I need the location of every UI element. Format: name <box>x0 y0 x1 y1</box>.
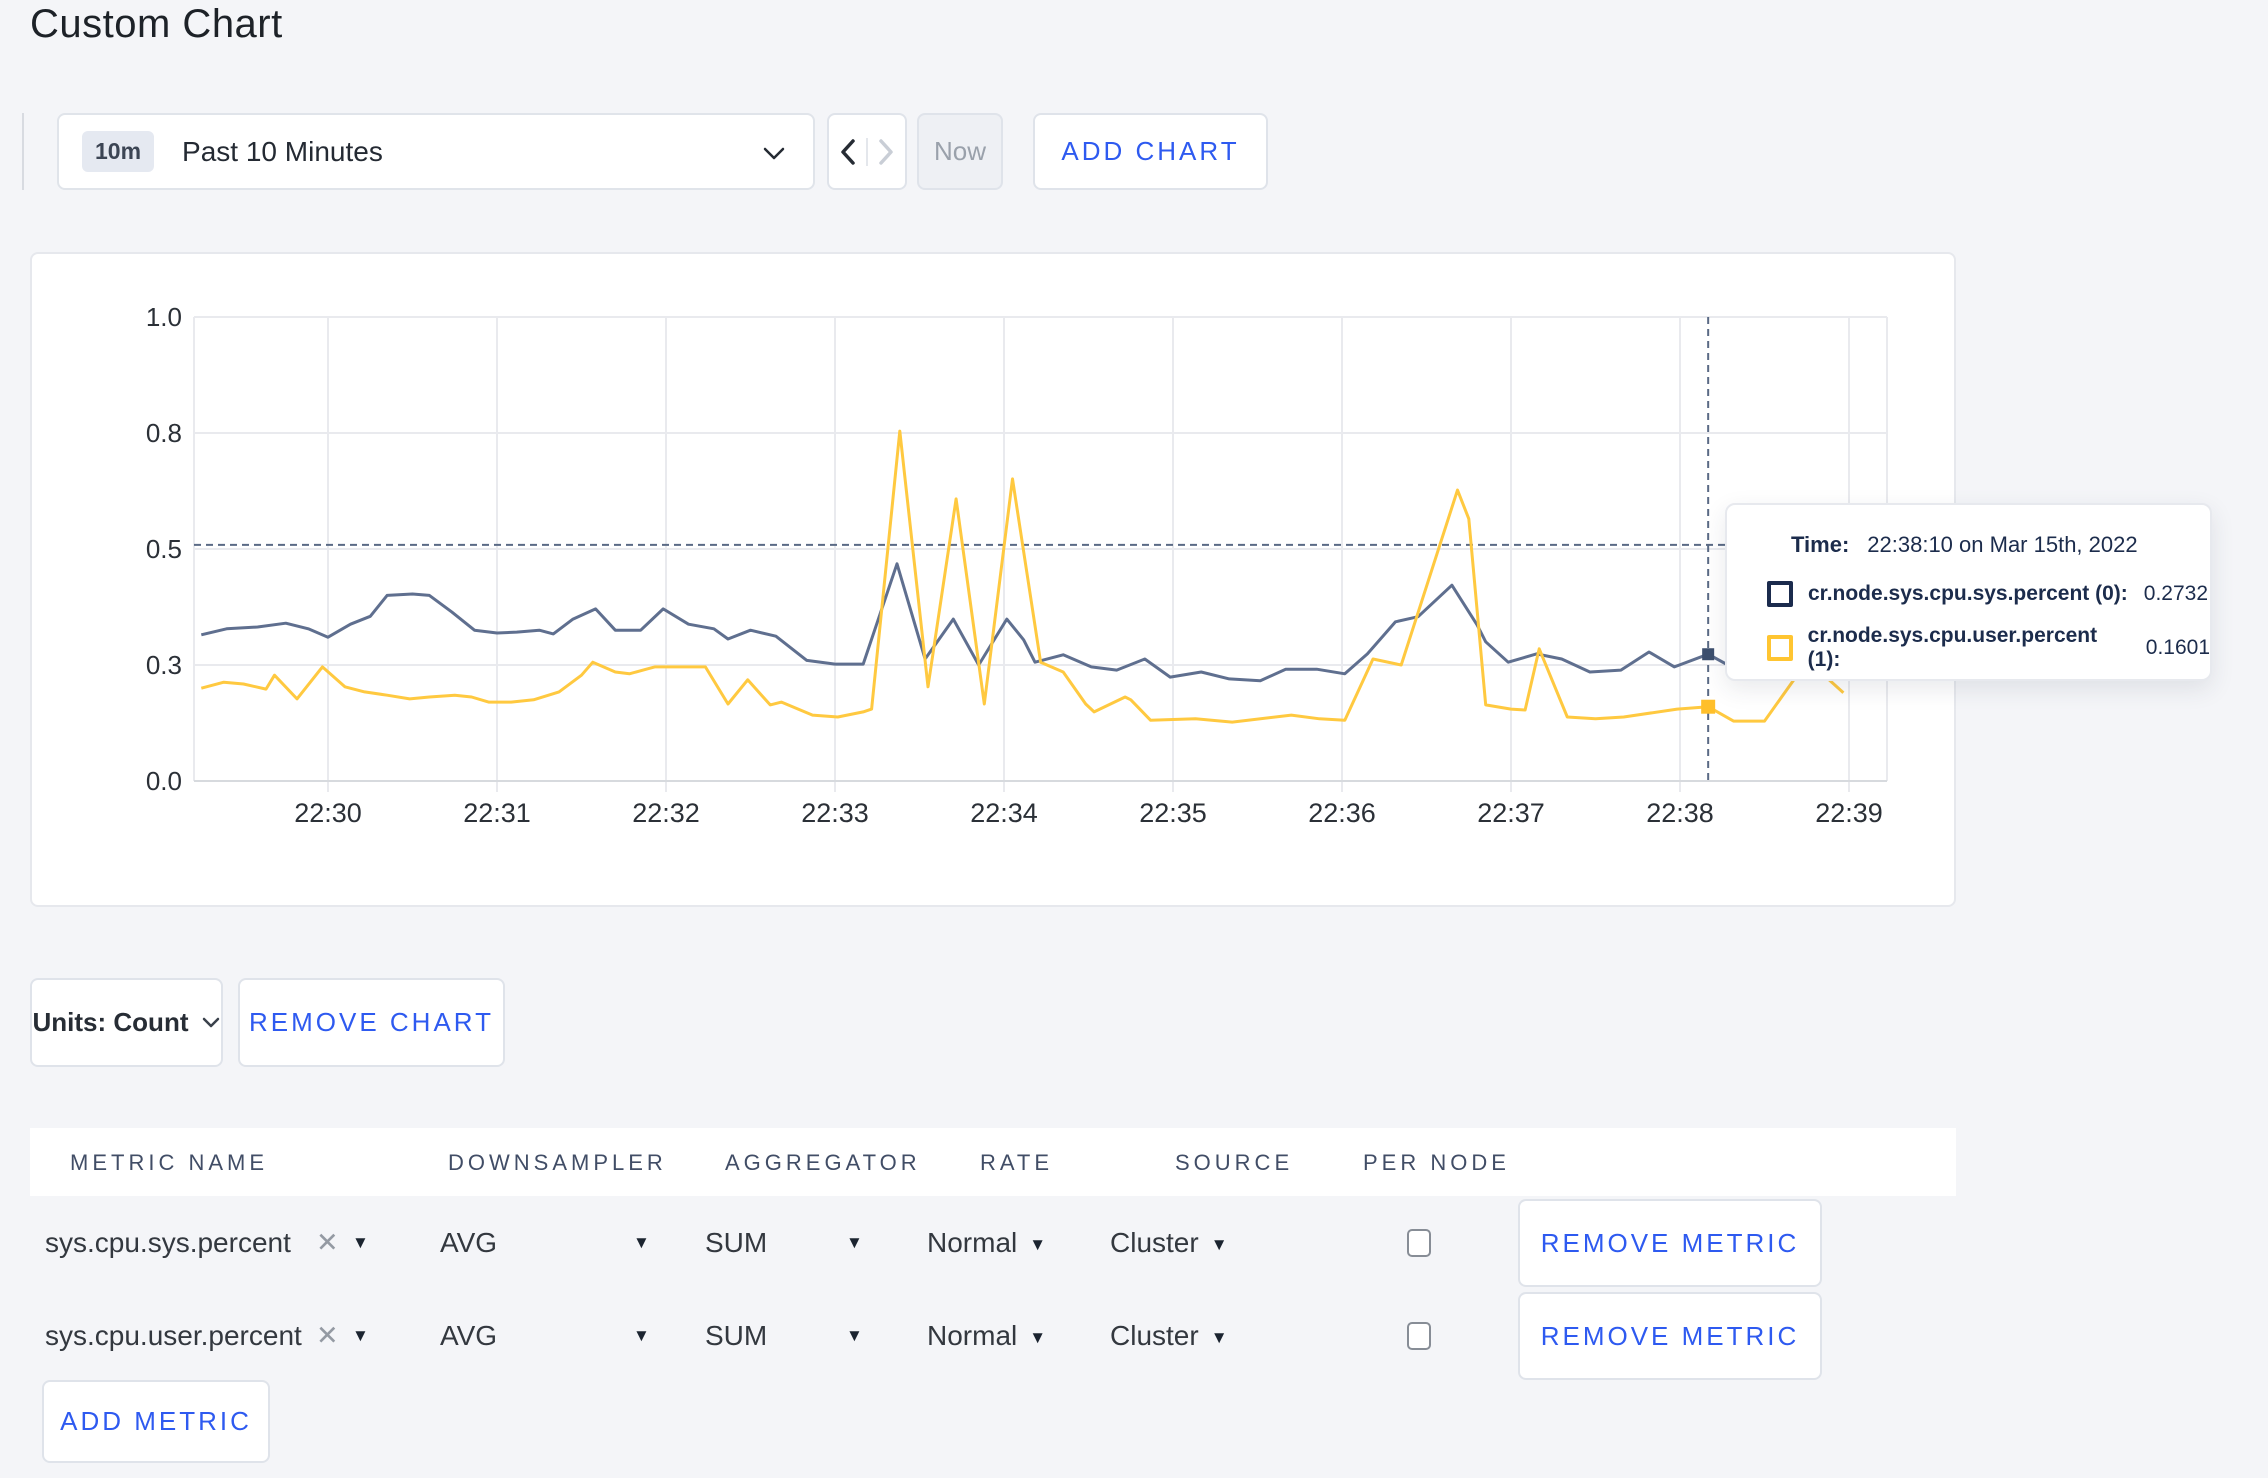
source-caret-icon: ▼ <box>1210 1328 1228 1347</box>
per-node-checkbox[interactable] <box>1407 1322 1431 1350</box>
downsampler-value[interactable]: AVG <box>440 1227 497 1259</box>
tooltip-time-value: 22:38:10 on Mar 15th, 2022 <box>1867 532 2138 557</box>
units-label: Units: Count <box>32 1007 189 1037</box>
aggregator-value[interactable]: SUM <box>705 1227 767 1259</box>
y-tick-label: 0.5 <box>146 534 182 564</box>
downsampler-caret-icon[interactable]: ▼ <box>633 1233 650 1253</box>
tooltip-series-row: cr.node.sys.cpu.user.percent (1): 0.1601 <box>1767 624 2210 671</box>
x-tick-label: 22:31 <box>463 798 531 828</box>
header-per-node: PER NODE <box>1363 1150 1510 1175</box>
header-aggregator: AGGREGATOR <box>725 1150 921 1175</box>
remove-chart-button[interactable]: REMOVE CHART <box>238 978 505 1067</box>
x-tick-label: 22:35 <box>1139 798 1207 828</box>
per-node-checkbox[interactable] <box>1407 1229 1431 1257</box>
add-chart-button[interactable]: ADD CHART <box>1033 113 1268 190</box>
aggregator-value[interactable]: SUM <box>705 1320 767 1352</box>
header-source: SOURCE <box>1175 1150 1294 1175</box>
page-title: Custom Chart <box>30 2 283 46</box>
chart-tooltip: Time: 22:38:10 on Mar 15th, 2022 cr.node.… <box>1725 503 2212 681</box>
series-user-swatch-icon <box>1767 635 1793 661</box>
chart-card: 22:30 22:31 22:32 22:33 22:34 22:35 22:36 22:37… <box>30 252 1956 907</box>
prev-time-button[interactable] <box>829 137 868 166</box>
rate-value: Normal <box>927 1227 1018 1258</box>
aggregator-caret-icon[interactable]: ▼ <box>846 1326 863 1346</box>
tooltip-series-name: cr.node.sys.cpu.user.percent (1): <box>1807 624 2098 671</box>
metric-name-value[interactable]: sys.cpu.user.percent <box>45 1320 302 1352</box>
y-tick-label: 0.0 <box>146 766 182 796</box>
header-metric-name: METRIC NAME <box>70 1150 268 1175</box>
now-button[interactable]: Now <box>917 113 1003 190</box>
tooltip-series-value: 0.2732 <box>2143 582 2209 605</box>
metrics-table-header: METRIC NAME DOWNSAMPLER AGGREGATOR RATE … <box>30 1128 1956 1196</box>
y-tick-label: 0.8 <box>146 418 182 448</box>
timeframe-select[interactable]: 10m Past 10 Minutes <box>57 113 815 190</box>
metric-row: sys.cpu.user.percent ✕ ▼ AVG ▼ SUM ▼ Nor… <box>30 1292 1956 1380</box>
remove-metric-x-icon[interactable]: ✕ <box>316 1321 339 1352</box>
tooltip-time: Time: 22:38:10 on Mar 15th, 2022 <box>1791 532 2138 558</box>
x-tick-label: 22:36 <box>1308 798 1376 828</box>
x-tick-label: 22:37 <box>1477 798 1545 828</box>
rate-caret-icon: ▼ <box>1029 1235 1047 1254</box>
series-sys-swatch-icon <box>1767 581 1793 607</box>
custom-chart-page: { "page": {"title": "Custom Chart"}, "to… <box>0 0 2268 1478</box>
chevron-down-icon <box>763 147 785 165</box>
rate-select[interactable]: Normal ▼ <box>927 1320 1046 1352</box>
chevron-down-icon <box>203 1017 220 1028</box>
tooltip-time-label: Time: <box>1791 532 1850 557</box>
hover-dot <box>1702 648 1715 661</box>
toolbar-divider <box>22 113 24 190</box>
metric-dropdown-caret-icon[interactable]: ▼ <box>352 1233 369 1253</box>
y-tick-label: 1.0 <box>146 302 182 332</box>
x-tick-label: 22:33 <box>801 798 869 828</box>
rate-caret-icon: ▼ <box>1029 1328 1047 1347</box>
remove-metric-button[interactable]: REMOVE METRIC <box>1518 1199 1822 1287</box>
rate-value: Normal <box>927 1320 1018 1351</box>
x-tick-label: 22:39 <box>1815 798 1883 828</box>
units-select[interactable]: Units: Count <box>30 978 223 1067</box>
time-step-buttons <box>827 113 907 190</box>
rate-select[interactable]: Normal ▼ <box>927 1227 1046 1259</box>
source-select[interactable]: Cluster ▼ <box>1110 1320 1228 1352</box>
source-value: Cluster <box>1110 1320 1199 1351</box>
remove-metric-x-icon[interactable]: ✕ <box>316 1228 339 1259</box>
metric-row: sys.cpu.sys.percent ✕ ▼ AVG ▼ SUM ▼ Norm… <box>30 1199 1956 1287</box>
timeframe-badge: 10m <box>82 131 155 172</box>
hover-dot <box>1701 699 1716 714</box>
tooltip-series-row: cr.node.sys.cpu.sys.percent (0): 0.2732 <box>1767 581 2208 607</box>
x-tick-label: 22:32 <box>632 798 700 828</box>
tooltip-series-name: cr.node.sys.cpu.sys.percent (0): <box>1808 582 2128 605</box>
downsampler-value[interactable]: AVG <box>440 1320 497 1352</box>
timeframe-label: Past 10 Minutes <box>182 135 383 167</box>
source-select[interactable]: Cluster ▼ <box>1110 1227 1228 1259</box>
x-tick-label: 22:34 <box>970 798 1038 828</box>
series-line <box>200 429 1845 724</box>
metric-name-value[interactable]: sys.cpu.sys.percent <box>45 1227 291 1259</box>
next-time-button[interactable] <box>868 138 905 166</box>
downsampler-caret-icon[interactable]: ▼ <box>633 1326 650 1346</box>
timeseries-chart[interactable]: 22:30 22:31 22:32 22:33 22:34 22:35 22:36 22:37… <box>32 254 1954 905</box>
aggregator-caret-icon[interactable]: ▼ <box>846 1233 863 1253</box>
header-downsampler: DOWNSAMPLER <box>448 1150 667 1175</box>
x-tick-label: 22:30 <box>294 798 362 828</box>
metric-dropdown-caret-icon[interactable]: ▼ <box>352 1326 369 1346</box>
y-tick-label: 0.3 <box>146 650 182 680</box>
remove-metric-button[interactable]: REMOVE METRIC <box>1518 1292 1822 1380</box>
series-line <box>200 562 1841 683</box>
tooltip-series-value: 0.1601 <box>2145 636 2210 659</box>
source-caret-icon: ▼ <box>1210 1235 1228 1254</box>
x-tick-label: 22:38 <box>1646 798 1714 828</box>
add-metric-button[interactable]: ADD METRIC <box>42 1380 270 1463</box>
source-value: Cluster <box>1110 1227 1199 1258</box>
header-rate: RATE <box>980 1150 1054 1175</box>
